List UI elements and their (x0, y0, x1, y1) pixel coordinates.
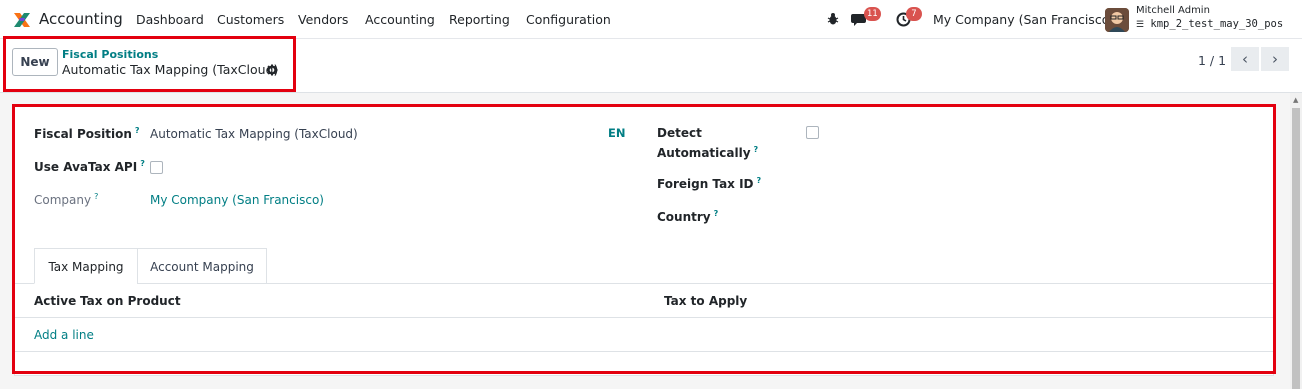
menu-vendors[interactable]: Vendors (298, 12, 348, 27)
pager-next-button[interactable]: › (1261, 47, 1289, 71)
user-name[interactable]: Mitchell Admin (1136, 5, 1210, 16)
menu-customers[interactable]: Customers (217, 12, 284, 27)
user-avatar[interactable] (1105, 8, 1129, 32)
menu-reporting[interactable]: Reporting (449, 12, 510, 27)
scroll-up-arrow-icon[interactable]: ▲ (1293, 96, 1298, 104)
gear-icon[interactable] (266, 64, 278, 76)
menu-configuration[interactable]: Configuration (526, 12, 611, 27)
pager-previous-button[interactable]: ‹ (1231, 47, 1259, 71)
activity-count-badge: 7 (906, 7, 922, 21)
debug-bug-icon[interactable] (827, 12, 839, 30)
menu-accounting[interactable]: Accounting (365, 12, 435, 27)
database-icon: ☰ (1136, 20, 1145, 30)
accounting-app-icon[interactable] (12, 10, 32, 30)
chat-count-badge: 11 (864, 7, 881, 21)
highlight-box-form (12, 104, 1276, 374)
company-switcher[interactable]: My Company (San Francisco) (933, 12, 1114, 27)
pager-value[interactable]: 1 / 1 (1198, 53, 1226, 68)
scrollbar-thumb[interactable] (1292, 108, 1300, 389)
database-name-text: kmp_2_test_may_30_pos (1150, 18, 1284, 30)
new-button[interactable]: New (12, 48, 58, 76)
breadcrumb-fiscal-positions[interactable]: Fiscal Positions (62, 48, 158, 61)
record-title: Automatic Tax Mapping (TaxCloud) (62, 62, 279, 77)
menu-dashboard[interactable]: Dashboard (136, 12, 204, 27)
database-name: ☰ kmp_2_test_may_30_pos (1136, 18, 1283, 30)
top-navbar: Accounting Dashboard Customers Vendors A… (0, 0, 1302, 39)
app-name[interactable]: Accounting (39, 10, 123, 28)
